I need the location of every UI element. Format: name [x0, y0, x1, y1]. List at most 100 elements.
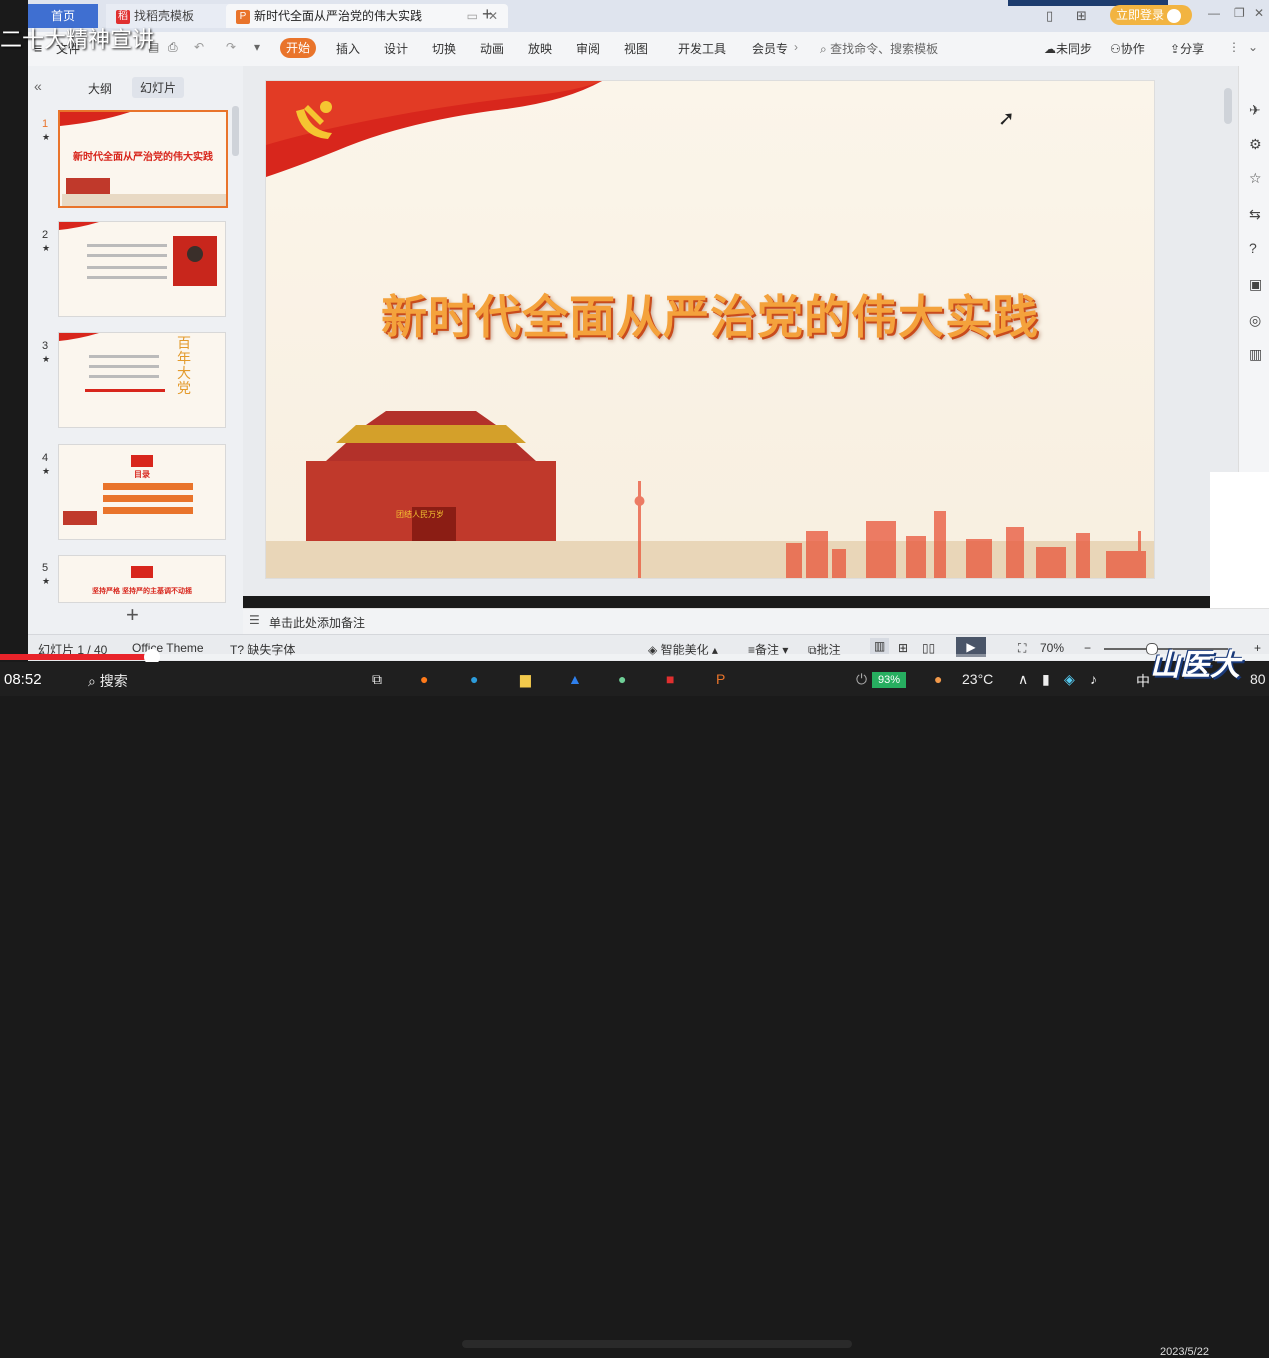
app-icon[interactable]: ●	[618, 671, 626, 687]
tab-pin-icon[interactable]: ▭	[467, 4, 478, 28]
microphone-icon[interactable]: ▮	[1042, 671, 1050, 688]
rocket-icon[interactable]: ✈	[1249, 102, 1261, 119]
gate-banner-text: 团结人民万岁	[396, 510, 444, 519]
reading-view-icon[interactable]: ▯▯	[922, 641, 935, 655]
avatar-icon	[1167, 8, 1182, 23]
slide-number: 1	[42, 118, 49, 130]
wps-presentation-icon[interactable]: P	[716, 671, 725, 687]
wps-icon[interactable]: ■	[666, 671, 674, 687]
tab-slideshow[interactable]: 放映	[528, 40, 552, 57]
canvas-scrollbar[interactable]	[1224, 88, 1232, 124]
video-progress-track[interactable]	[0, 654, 1269, 660]
share-icon: ⇪	[1170, 42, 1181, 56]
login-button[interactable]: 立即登录	[1110, 5, 1192, 25]
undo-icon[interactable]: ↶	[194, 40, 204, 54]
current-slide[interactable]: 新时代全面从严治党的伟大实践 团结人民万岁	[265, 80, 1155, 579]
tab-start[interactable]: 开始	[280, 38, 316, 58]
collab-icon: ⚇	[1110, 42, 1121, 56]
tab-design[interactable]: 设计	[384, 40, 408, 57]
close-window-icon[interactable]: ✕	[1254, 6, 1264, 20]
theme-name[interactable]: Office Theme	[132, 641, 204, 655]
ime-indicator[interactable]: 中	[1136, 671, 1150, 691]
notes-pane[interactable]: ☰ 单击此处添加备注	[243, 608, 1269, 635]
sorter-view-icon[interactable]: ⊞	[898, 641, 908, 655]
collapse-ribbon-icon[interactable]: ⌄	[1248, 40, 1258, 54]
tray-expand-icon[interactable]: ∧	[1018, 671, 1028, 688]
normal-view-icon[interactable]: ▥	[870, 638, 890, 654]
adjust-icon[interactable]: ⚙	[1249, 136, 1262, 153]
slide-panel: « 大纲 幻灯片 1 ★ 新时代全面从严治党的伟大实践 2 ★ 3 ★ 百年大党	[28, 66, 243, 634]
star-magic-icon[interactable]: ☆	[1249, 170, 1262, 187]
slide-number: 4	[42, 452, 49, 464]
zoom-out-icon[interactable]: −	[1084, 641, 1091, 655]
sync-status[interactable]: ☁未同步	[1044, 40, 1092, 57]
new-tab-icon[interactable]: +	[482, 4, 493, 25]
redo-icon[interactable]: ↷	[226, 40, 236, 54]
firefox-icon[interactable]: ●	[420, 671, 428, 687]
folder-icon[interactable]: ▆	[520, 671, 531, 688]
edge-icon[interactable]: ●	[470, 671, 478, 687]
customize-dropdown-icon[interactable]: ▾	[254, 40, 260, 54]
video-progress-fill	[0, 654, 153, 660]
collab-button[interactable]: ⚇协作	[1110, 40, 1145, 57]
tab-outline[interactable]: 大纲	[88, 80, 112, 97]
sync-label: 未同步	[1056, 42, 1093, 56]
notes-placeholder: 单击此处添加备注	[269, 616, 366, 630]
floating-panel	[1210, 472, 1269, 626]
tab-document[interactable]: P 新时代全面从严治党的伟大实践 ▭ ✕	[226, 4, 508, 28]
star-icon: ★	[42, 576, 51, 586]
search-icon: ⌕	[88, 673, 96, 689]
star-icon: ★	[42, 132, 51, 142]
thumb-art	[63, 455, 193, 525]
slide-thumbnail-4[interactable]: 目录	[58, 444, 226, 540]
collapse-panel-icon[interactable]: «	[34, 78, 42, 94]
tab-transition[interactable]: 切换	[432, 40, 456, 57]
book-icon[interactable]: ▥	[1249, 346, 1262, 363]
transform-icon[interactable]: ⇆	[1249, 206, 1261, 223]
zoom-in-icon[interactable]: +	[1254, 641, 1261, 655]
share-label: 分享	[1180, 42, 1205, 56]
slide-thumbnail-1[interactable]: 新时代全面从严治党的伟大实践	[58, 110, 228, 208]
zoom-level[interactable]: 70%	[1040, 641, 1064, 655]
taskbar-search[interactable]: ⌕ 搜索	[88, 671, 128, 691]
minimize-icon[interactable]: —	[1208, 6, 1220, 20]
thumb-title: 坚持严格 坚持严的主基调不动摇	[92, 588, 192, 595]
restore-icon[interactable]: ❐	[1234, 6, 1245, 20]
task-view-icon[interactable]: ⧉	[372, 671, 382, 688]
tab-animation[interactable]: 动画	[480, 40, 504, 57]
network-icon[interactable]: ◈	[1064, 671, 1075, 688]
battery-indicator: 93%	[872, 672, 906, 688]
slide-thumbnail-3[interactable]: 百年大党	[58, 332, 226, 428]
image-icon[interactable]: ▣	[1249, 276, 1262, 293]
panel-scrollbar[interactable]	[232, 106, 239, 156]
tab-member[interactable]: 会员专	[752, 40, 788, 57]
location-icon[interactable]: ◎	[1249, 312, 1261, 329]
slide-title[interactable]: 新时代全面从严治党的伟大实践	[266, 281, 1154, 347]
video-timestamp: 08:52	[4, 671, 42, 688]
print-icon[interactable]: ⎙	[168, 40, 178, 55]
university-logo: 山医大	[1150, 648, 1240, 683]
slide-thumbnail-5[interactable]: 坚持严格 坚持严的主基调不动摇	[58, 555, 226, 603]
slide-thumbnail-2[interactable]	[58, 221, 226, 317]
search-icon: ⌕	[820, 42, 827, 56]
volume-icon[interactable]: ♪	[1090, 671, 1097, 687]
tab-review[interactable]: 审阅	[576, 40, 600, 57]
share-button[interactable]: ⇪分享	[1170, 40, 1204, 57]
store-icon[interactable]: ▲	[568, 671, 582, 687]
more-options-icon[interactable]: ⋮	[1228, 40, 1240, 54]
star-icon: ★	[42, 354, 51, 364]
slide-number: 5	[42, 562, 49, 574]
tab-developer[interactable]: 开发工具	[678, 40, 726, 57]
apps-grid-icon[interactable]: ⊞	[1076, 8, 1087, 24]
plug-icon: ⏻	[856, 671, 868, 687]
tab-docer-label: 找稻壳模板	[134, 9, 195, 23]
search-command[interactable]: ⌕ 查找命令、搜索模板	[820, 40, 938, 57]
ribbon-more-icon[interactable]: ›	[794, 40, 798, 54]
tab-insert[interactable]: 插入	[336, 40, 360, 57]
video-player-bar	[462, 1340, 852, 1348]
tab-view[interactable]: 视图	[624, 40, 648, 57]
help-icon[interactable]: ?	[1249, 240, 1257, 256]
layout-icon[interactable]: ▯	[1046, 8, 1053, 24]
tab-slides[interactable]: 幻灯片	[132, 77, 185, 98]
add-slide-icon[interactable]: +	[126, 602, 139, 628]
